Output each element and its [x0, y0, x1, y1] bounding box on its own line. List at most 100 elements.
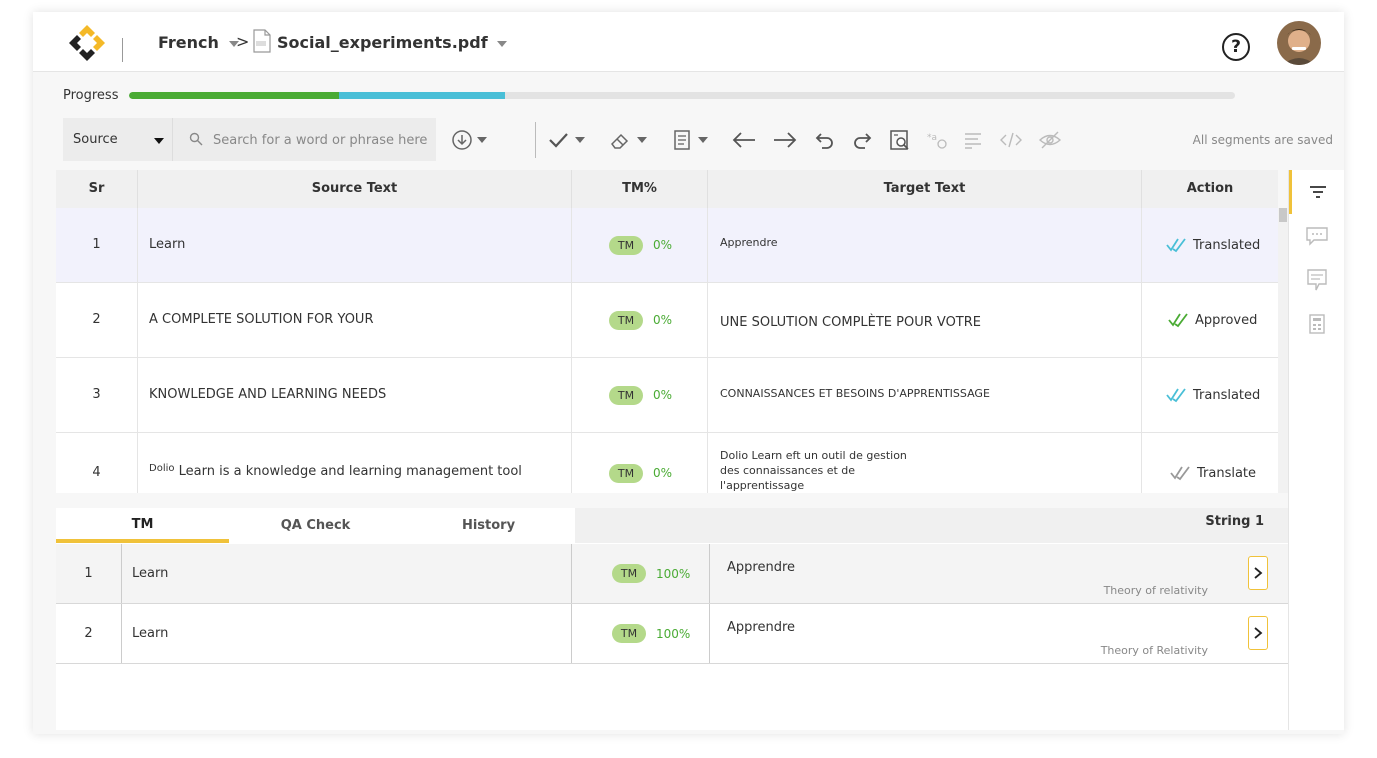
translated-check-icon [1166, 388, 1186, 403]
segments-table: Sr Source Text TM% Target Text Action 1 … [56, 170, 1278, 493]
tm-result-row[interactable]: 2 Learn TM 100% Apprendre Theory of Rela… [56, 604, 1288, 664]
save-status: All segments are saved [1192, 133, 1333, 147]
row-number: 4 [56, 433, 138, 493]
progress-label: Progress [63, 88, 119, 103]
chevron-right-icon [1254, 627, 1263, 639]
undo-icon [815, 133, 833, 149]
file-name: Social_experiments.pdf [277, 33, 488, 52]
clear-button[interactable] [609, 128, 647, 152]
tm-source-name: Theory of relativity [1103, 584, 1208, 597]
tab-history[interactable]: History [402, 508, 575, 543]
status-label: Approved [1195, 312, 1258, 328]
tm-match: TM 0% [572, 358, 708, 432]
app-logo[interactable] [65, 21, 109, 65]
target-text[interactable]: Dolio Learn eft un outil de gestion des … [708, 433, 1142, 493]
tag-label: Dolio [149, 463, 175, 474]
code-tags-button [999, 128, 1023, 152]
tm-source-name: Theory of Relativity [1100, 644, 1208, 657]
comment-icon [1305, 227, 1328, 246]
target-text[interactable]: Apprendre [708, 208, 1142, 282]
find-replace-button[interactable] [889, 128, 911, 152]
chevron-down-icon [698, 137, 708, 143]
tm-badge: TM [609, 235, 643, 255]
notes-button[interactable] [1289, 258, 1344, 302]
chevron-down-icon [154, 138, 164, 144]
segment-status[interactable]: Translated [1142, 358, 1278, 432]
header-bar: French > Social_experiments.pdf ? [33, 12, 1344, 72]
table-scrollbar[interactable] [1278, 208, 1288, 493]
table-row[interactable]: 4 Dolio Learn is a knowledge and learnin… [56, 433, 1278, 493]
tab-qa-check[interactable]: QA Check [229, 508, 402, 543]
tm-badge: TM [612, 564, 646, 583]
bottom-tabs: TM QA Check History String 1 [56, 508, 1288, 543]
source-text: A COMPLETE SOLUTION FOR YOUR [138, 283, 572, 357]
source-text: Learn is a knowledge and learning manage… [178, 464, 522, 479]
chevron-down-icon [637, 137, 647, 143]
segment-status[interactable]: Translate [1142, 433, 1278, 493]
table-row[interactable]: 2 A COMPLETE SOLUTION FOR YOUR TM 0% UNE… [56, 283, 1278, 358]
tm-result-row[interactable]: 1 Learn TM 100% Apprendre Theory of rela… [56, 544, 1288, 604]
arrow-left-icon [732, 132, 755, 148]
hide-button [1038, 128, 1062, 152]
calculator-button[interactable] [1289, 302, 1344, 346]
download-button[interactable] [451, 128, 487, 152]
redo-button[interactable] [851, 128, 873, 152]
hide-icon [1038, 131, 1062, 149]
filter-button[interactable] [1289, 170, 1344, 214]
row-number: 2 [56, 283, 138, 357]
search-icon [189, 132, 203, 146]
next-segment-button[interactable] [772, 128, 798, 152]
tm-match: TM 100% [572, 604, 710, 663]
search-input[interactable] [213, 130, 428, 150]
find-replace-icon [890, 130, 909, 150]
undo-button[interactable] [814, 128, 836, 152]
tm-badge: TM [609, 310, 643, 330]
source-select[interactable]: Source [63, 118, 173, 161]
scrollbar-thumb[interactable] [1279, 208, 1287, 222]
download-icon [452, 130, 472, 150]
source-text: KNOWLEDGE AND LEARNING NEEDS [138, 358, 572, 432]
format-icon [965, 133, 981, 149]
column-header: Target Text [708, 170, 1142, 208]
filter-icon [1310, 186, 1326, 198]
language-selector[interactable]: French [158, 33, 239, 52]
progress-bar [129, 92, 1235, 99]
tm-badge: TM [609, 463, 643, 483]
comments-button[interactable] [1289, 214, 1344, 258]
user-avatar[interactable] [1277, 21, 1321, 65]
tm-source-text: Learn [122, 604, 572, 663]
progress-approved-fill [129, 92, 340, 99]
calculator-icon [1308, 314, 1325, 334]
tm-match: TM 0% [572, 283, 708, 357]
target-text[interactable]: UNE SOLUTION COMPLÈTE POUR VOTRE [708, 283, 1142, 357]
document-button[interactable] [672, 128, 708, 152]
app-window: French > Social_experiments.pdf ? Progre… [33, 12, 1344, 734]
chevron-down-icon [477, 137, 487, 143]
column-header: Source Text [138, 170, 572, 208]
target-text[interactable]: CONNAISSANCES ET BESOINS D'APPRENTISSAGE [708, 358, 1142, 432]
file-selector[interactable]: Social_experiments.pdf [277, 33, 508, 52]
bottom-panel: TM QA Check History String 1 1 Learn TM … [56, 508, 1288, 730]
table-row[interactable]: 3 KNOWLEDGE AND LEARNING NEEDS TM 0% CON… [56, 358, 1278, 433]
status-label: Translated [1193, 387, 1261, 403]
row-number: 3 [56, 358, 138, 432]
tab-tm[interactable]: TM [56, 508, 229, 543]
apply-tm-button[interactable] [1248, 556, 1268, 590]
code-tag-icon [1000, 132, 1022, 148]
confirm-button[interactable] [547, 128, 585, 152]
column-header: Action [1186, 181, 1234, 196]
help-icon[interactable]: ? [1222, 33, 1250, 61]
apply-tm-button[interactable] [1248, 616, 1268, 650]
redo-icon [854, 133, 872, 149]
previous-segment-button[interactable] [731, 128, 757, 152]
tm-percent: 0% [653, 388, 673, 402]
pending-check-icon [1170, 466, 1190, 481]
tm-target-cell: Apprendre Theory of Relativity [710, 604, 1288, 663]
segment-status[interactable]: Translated [1142, 208, 1278, 282]
source-text: Learn [138, 208, 572, 282]
segment-status[interactable]: Approved [1142, 283, 1278, 357]
table-row[interactable]: 1 Learn TM 0% Apprendre Translated [56, 208, 1278, 283]
row-number: 1 [56, 544, 122, 603]
tm-target-cell: Apprendre Theory of relativity [710, 544, 1288, 603]
tm-percent: 100% [656, 626, 691, 641]
